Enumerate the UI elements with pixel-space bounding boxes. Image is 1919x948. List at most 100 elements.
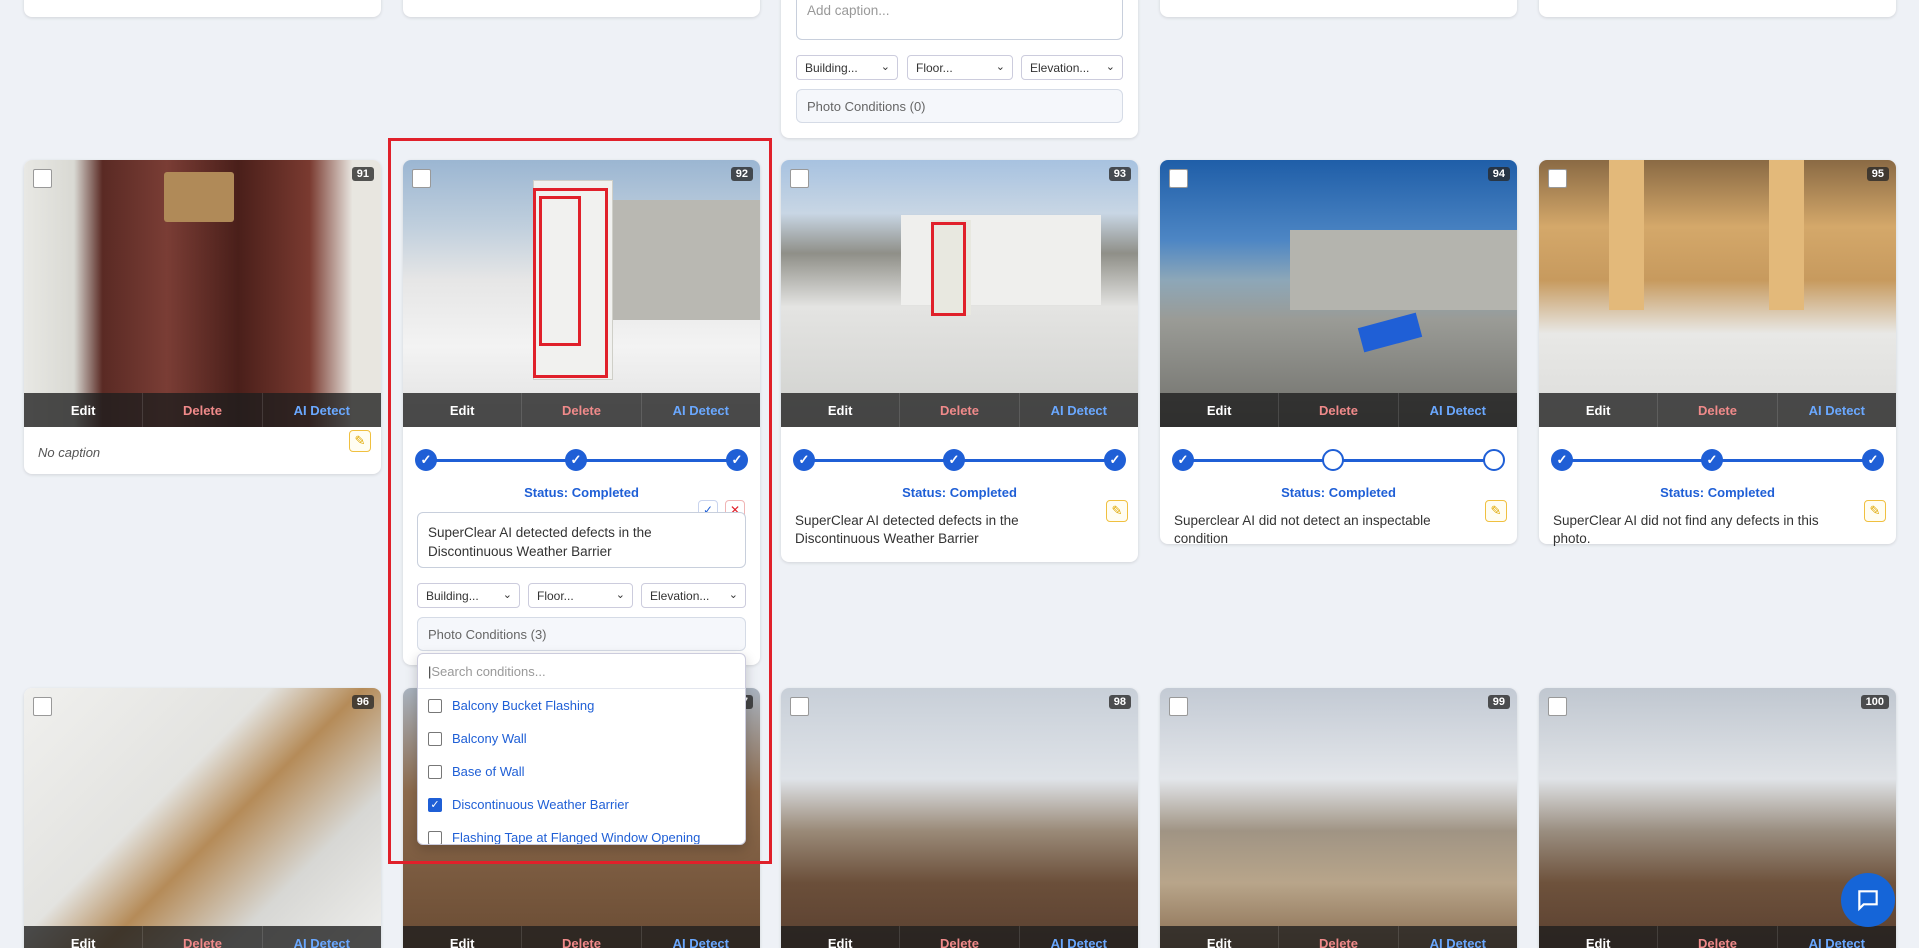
ai-detect-button[interactable]: AI Detect: [1020, 926, 1138, 948]
select-checkbox[interactable]: [1548, 169, 1567, 188]
select-checkbox[interactable]: [1548, 697, 1567, 716]
card-top-3: Add caption... Building... ⌄ Floor... ⌄ El…: [781, 0, 1138, 138]
select-checkbox[interactable]: [33, 697, 52, 716]
select-checkbox[interactable]: [33, 169, 52, 188]
select-checkbox[interactable]: [790, 169, 809, 188]
card-top-4: [1160, 0, 1517, 17]
delete-button[interactable]: Delete: [1279, 926, 1399, 948]
ai-detect-button[interactable]: AI Detect: [1778, 926, 1896, 948]
floor-select[interactable]: Floor... ⌄: [907, 55, 1013, 80]
chat-button[interactable]: [1841, 873, 1895, 927]
step-1-check-icon: ✓: [793, 449, 815, 471]
edit-button[interactable]: Edit: [1160, 926, 1280, 948]
edit-button[interactable]: Edit: [24, 926, 144, 948]
select-checkbox[interactable]: [1169, 169, 1188, 188]
ai-detect-button[interactable]: AI Detect: [1399, 393, 1517, 427]
step-1-check-icon: ✓: [1551, 449, 1573, 471]
status-text: Status: Completed: [1281, 485, 1396, 500]
photo-number: 95: [1866, 167, 1889, 181]
photo-actions: Edit Delete AI Detect: [1160, 393, 1517, 427]
pencil-icon[interactable]: ✎: [1485, 500, 1507, 522]
delete-button[interactable]: Delete: [900, 393, 1020, 427]
step-3-check-icon: ✓: [1862, 449, 1884, 471]
photo-image[interactable]: 96 Edit Delete AI Detect: [24, 688, 381, 948]
status-text: Status: Completed: [902, 485, 1017, 500]
photo-card-99: 99 Edit Delete AI Detect: [1160, 688, 1517, 948]
edit-button[interactable]: Edit: [781, 393, 901, 427]
building-select[interactable]: Building... ⌄: [796, 55, 898, 80]
delete-button[interactable]: Delete: [900, 926, 1020, 948]
caption-text: Superclear AI did not detect an inspecta…: [1174, 513, 1431, 546]
select-checkbox[interactable]: [790, 697, 809, 716]
elevation-select[interactable]: Elevation... ⌄: [1021, 55, 1123, 80]
ai-detect-button[interactable]: AI Detect: [1399, 926, 1517, 948]
progress-stepper: ✓ ✓ ✓: [793, 449, 1126, 471]
edit-button[interactable]: Edit: [1160, 393, 1280, 427]
photo-card-93: 93 Edit Delete AI Detect ✓ ✓ ✓ Status: C…: [781, 160, 1138, 562]
delete-button[interactable]: Delete: [143, 393, 263, 427]
pencil-icon[interactable]: ✎: [1106, 500, 1128, 522]
photo-actions: Edit Delete AI Detect: [24, 393, 381, 427]
ai-detect-button[interactable]: AI Detect: [642, 926, 760, 948]
defect-box: [931, 222, 966, 316]
photo-actions: Edit Delete AI Detect: [1539, 926, 1896, 948]
delete-button[interactable]: Delete: [1658, 393, 1778, 427]
card-top-5: [1539, 0, 1896, 17]
photo-image[interactable]: 95 Edit Delete AI Detect: [1539, 160, 1896, 427]
edit-button[interactable]: Edit: [1539, 926, 1659, 948]
progress-stepper: ✓: [1172, 449, 1505, 471]
photo-actions: Edit Delete AI Detect: [403, 926, 760, 948]
delete-button[interactable]: Delete: [522, 926, 642, 948]
pencil-icon[interactable]: ✎: [1864, 500, 1886, 522]
photo-image[interactable]: 99 Edit Delete AI Detect: [1160, 688, 1517, 948]
photo-number: 100: [1860, 695, 1889, 709]
photo-actions: Edit Delete AI Detect: [24, 926, 381, 948]
photo-number: 96: [351, 695, 374, 709]
card-top-1: [24, 0, 381, 17]
step-3-empty-icon: [1483, 449, 1505, 471]
chat-icon: [1858, 890, 1878, 912]
photo-image[interactable]: 91 Edit Delete AI Detect: [24, 160, 381, 427]
caption-input[interactable]: Add caption...: [796, 0, 1123, 40]
edit-button[interactable]: Edit: [403, 926, 523, 948]
photo-number: 91: [351, 167, 374, 181]
step-2-check-icon: ✓: [1701, 449, 1723, 471]
photo-image[interactable]: 94 Edit Delete AI Detect: [1160, 160, 1517, 427]
pencil-icon[interactable]: ✎: [349, 430, 371, 452]
edit-button[interactable]: Edit: [781, 926, 901, 948]
delete-button[interactable]: Delete: [143, 926, 263, 948]
photo-number: 98: [1108, 695, 1131, 709]
selection-highlight: [388, 138, 772, 864]
delete-button[interactable]: Delete: [1279, 393, 1399, 427]
photo-number: 99: [1487, 695, 1510, 709]
photo-image[interactable]: 98 Edit Delete AI Detect: [781, 688, 1138, 948]
photo-number: 93: [1108, 167, 1131, 181]
photo-image[interactable]: 93 Edit Delete AI Detect: [781, 160, 1138, 427]
caption-text: SuperClear AI did not find any defects i…: [1553, 513, 1819, 546]
photo-card-91: 91 Edit Delete AI Detect ✎ No caption: [24, 160, 381, 474]
step-2-empty-icon: [1322, 449, 1344, 471]
ai-detect-button[interactable]: AI Detect: [263, 926, 381, 948]
photo-card-96: 96 Edit Delete AI Detect: [24, 688, 381, 948]
photo-actions: Edit Delete AI Detect: [1160, 926, 1517, 948]
photo-number: 94: [1487, 167, 1510, 181]
photo-actions: Edit Delete AI Detect: [781, 926, 1138, 948]
card-top-2: [403, 0, 760, 17]
photo-card-94: 94 Edit Delete AI Detect ✓ Status: Compl…: [1160, 160, 1517, 546]
ai-detect-button[interactable]: AI Detect: [263, 393, 381, 427]
photo-card-98: 98 Edit Delete AI Detect: [781, 688, 1138, 948]
photo-actions: Edit Delete AI Detect: [1539, 393, 1896, 427]
ai-detect-button[interactable]: AI Detect: [1020, 393, 1138, 427]
edit-button[interactable]: Edit: [1539, 393, 1659, 427]
ai-detect-button[interactable]: AI Detect: [1778, 393, 1896, 427]
photo-actions: Edit Delete AI Detect: [781, 393, 1138, 427]
delete-button[interactable]: Delete: [1658, 926, 1778, 948]
photo-card-95: 95 Edit Delete AI Detect ✓ ✓ ✓ Status: C…: [1539, 160, 1896, 546]
step-2-check-icon: ✓: [943, 449, 965, 471]
photo-conditions-field[interactable]: Photo Conditions (0): [796, 89, 1123, 123]
select-checkbox[interactable]: [1169, 697, 1188, 716]
status-text: Status: Completed: [1660, 485, 1775, 500]
step-1-check-icon: ✓: [1172, 449, 1194, 471]
edit-button[interactable]: Edit: [24, 393, 144, 427]
progress-stepper: ✓ ✓ ✓: [1551, 449, 1884, 471]
